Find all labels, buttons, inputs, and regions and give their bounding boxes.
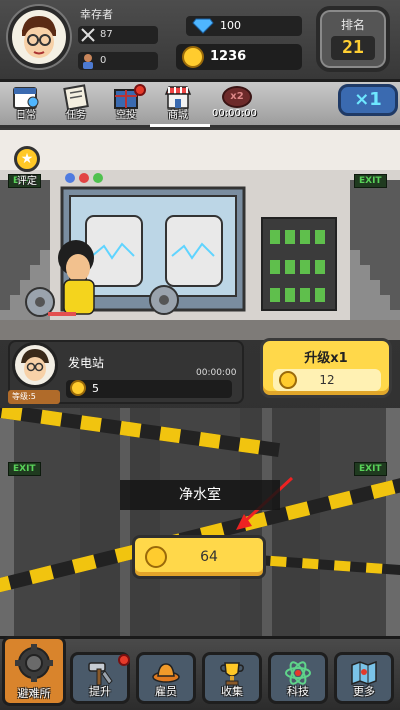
star-icon: ★ xyxy=(14,146,40,172)
room-level-badge: 等级:5 xyxy=(8,390,60,404)
nav-technology-label: 科技 xyxy=(287,685,309,698)
upgrade-cost: 12 xyxy=(273,369,381,391)
menu-airdrop-label: 空投 xyxy=(116,110,136,121)
upgrade-cost-value: 12 xyxy=(319,373,335,387)
nav-upgrade-label: 提升 xyxy=(89,685,111,698)
menu-selected-indicator xyxy=(150,124,210,127)
power-station-scene xyxy=(0,173,400,320)
nav-employees-label: 雇员 xyxy=(155,685,177,698)
top-status-bar: 幸存者 87 0 100 1236 排名 21 xyxy=(0,0,400,82)
survivor-icon xyxy=(83,54,93,69)
upgrade-coin-icon xyxy=(279,371,297,389)
upgrade-notification-dot xyxy=(118,654,130,666)
nav-collection[interactable]: 收集 xyxy=(202,652,262,704)
attack-value: 87 xyxy=(100,29,113,40)
room-income: 5 xyxy=(66,380,232,398)
nav-technology[interactable]: 科技 xyxy=(268,652,328,704)
vault-gear-icon xyxy=(15,644,53,682)
player-name: 幸存者 xyxy=(80,8,113,21)
menu-tasks-label: 任务 xyxy=(66,110,86,121)
nav-shelter-label: 避难所 xyxy=(17,687,51,700)
menu-tasks[interactable]: 任务 xyxy=(56,84,96,124)
rank-value: 21 xyxy=(331,36,375,60)
diamond-icon xyxy=(192,18,214,34)
exit-sign-lower-left: EXIT xyxy=(8,462,41,476)
income-coin-icon xyxy=(70,380,86,396)
room-production-timer: 00:00:00 xyxy=(196,368,237,378)
nav-more[interactable]: 更多 xyxy=(334,652,394,704)
locked-room-title: 净水室 xyxy=(120,480,280,510)
room-floor xyxy=(0,320,400,340)
player-avatar[interactable] xyxy=(8,6,70,68)
attack-stat: 87 xyxy=(78,26,158,44)
water-purification-room[interactable] xyxy=(0,408,400,636)
power-station-room[interactable] xyxy=(0,130,400,340)
airdrop-notification-dot xyxy=(134,84,146,96)
build-coin-icon xyxy=(145,546,167,568)
gem-counter: 100 xyxy=(186,16,302,36)
build-cost-value: 64 xyxy=(200,549,218,565)
exit-sign-right: EXIT xyxy=(354,174,387,188)
upgrade-button[interactable]: 升级x1 12 xyxy=(260,338,392,398)
hazard-tape-scene xyxy=(0,408,400,636)
room-name: 发电站 xyxy=(68,356,105,370)
gold-coin-icon xyxy=(182,46,204,68)
crossed-swords-icon xyxy=(81,28,95,42)
room-manager-avatar[interactable] xyxy=(12,342,58,388)
nav-employees[interactable]: 雇员 xyxy=(136,652,196,704)
gold-value: 1236 xyxy=(210,49,247,64)
room-income-value: 5 xyxy=(92,382,99,395)
exit-sign-lower-right: EXIT xyxy=(354,462,387,476)
game-screen: 幸存者 87 0 100 1236 排名 21 日常 任务 空投 商城 x2 0… xyxy=(0,0,400,710)
speed-button[interactable]: ×1 xyxy=(338,84,398,116)
rating-button[interactable]: ★ 评定 xyxy=(14,146,40,187)
gold-counter: 1236 xyxy=(176,44,302,70)
population-value: 0 xyxy=(100,55,107,66)
nav-collection-label: 收集 xyxy=(221,685,243,698)
manager-face-icon xyxy=(21,349,49,381)
nav-shelter[interactable]: 避难所 xyxy=(2,636,66,706)
menu-daily[interactable]: 日常 xyxy=(6,84,46,124)
population-stat: 0 xyxy=(78,52,158,70)
menu-shop[interactable]: 商城 xyxy=(158,84,198,124)
nav-more-label: 更多 xyxy=(353,685,375,698)
rank-label: 排名 xyxy=(340,18,365,32)
build-room-button[interactable]: 64 xyxy=(132,535,266,579)
double-income-timer: 00:00:00 xyxy=(212,108,257,119)
player-face-icon xyxy=(22,16,56,58)
gem-value: 100 xyxy=(220,19,241,32)
upgrade-label: 升级x1 xyxy=(304,351,348,366)
rating-label: 评定 xyxy=(17,176,37,187)
menu-daily-label: 日常 xyxy=(16,110,36,121)
double-income-button[interactable]: x2 xyxy=(222,86,252,108)
menu-shop-label: 商城 xyxy=(168,110,188,121)
rank-button[interactable]: 排名 21 xyxy=(316,6,390,72)
